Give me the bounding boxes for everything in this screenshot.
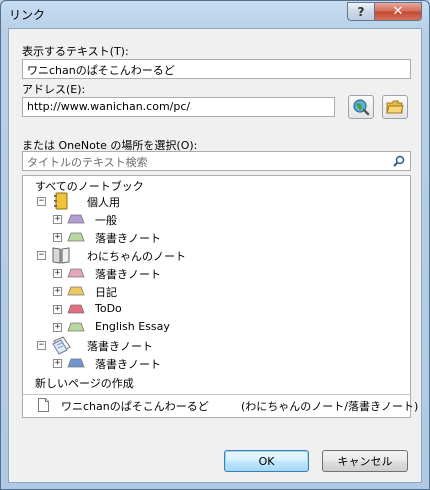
section-label: 一般 (95, 214, 117, 227)
close-icon: ✕ (392, 4, 404, 19)
expand-toggle[interactable]: + (53, 269, 62, 278)
tree-root-label: すべてのノートブック (35, 180, 144, 193)
cancel-button[interactable]: キャンセル (322, 450, 408, 472)
title-search-input[interactable]: タイトルのテキスト検索 (22, 151, 411, 171)
expand-toggle[interactable]: + (53, 359, 62, 368)
section-item-scribble[interactable]: + 落書きノート (23, 229, 412, 246)
search-icon[interactable] (393, 155, 405, 167)
section-tab-shape (67, 214, 85, 224)
section-label: ToDo (95, 302, 122, 315)
notebook-pages-icon (52, 336, 71, 355)
browse-web-button[interactable] (348, 95, 374, 119)
collapse-toggle[interactable]: − (37, 197, 46, 206)
help-icon: ? (357, 4, 365, 19)
section-tab-icon (67, 304, 85, 314)
display-text-label: 表示するテキスト(T): (22, 45, 129, 58)
notebook-label: 落書きノート (87, 340, 153, 353)
section-label: 日記 (95, 286, 117, 299)
result-page-name: ワニchanのぱそこんわーるど (61, 400, 209, 413)
section-tab-shape (67, 286, 85, 296)
expand-toggle[interactable]: + (53, 305, 62, 314)
browse-file-button[interactable] (382, 95, 408, 119)
section-tab-icon (67, 358, 85, 368)
folder-icon (386, 100, 404, 114)
section-tab-icon (67, 232, 85, 242)
section-tab-shape (67, 322, 85, 332)
expand-toggle[interactable]: + (53, 233, 62, 242)
section-item-scribble[interactable]: + 落書きノート (23, 265, 412, 282)
section-label: 落書きノート (95, 358, 161, 371)
notebook-label: わにちゃんのノート (87, 250, 186, 263)
section-item-scribble[interactable]: + 落書きノート (23, 355, 412, 372)
title-search-placeholder: タイトルのテキスト検索 (27, 156, 148, 169)
close-button[interactable]: ✕ (374, 2, 422, 21)
collapse-toggle[interactable]: − (37, 341, 46, 350)
page-icon (38, 398, 49, 412)
dialog-body: 表示するテキスト(T): ワニchanのぱそこんわーるど アドレス(E): ht… (8, 28, 422, 483)
ok-button[interactable]: OK (224, 450, 309, 472)
link-dialog: リンク ? ✕ 表示するテキスト(T): ワニchanのぱそこんわーるど アドレ… (0, 0, 430, 490)
help-button[interactable]: ? (347, 2, 375, 21)
section-tab-icon (67, 322, 85, 332)
section-label: 落書きノート (95, 268, 161, 281)
search-result-item[interactable]: ワニchanのぱそこんわーるど (わにちゃんのノート/落書きノート) (23, 397, 418, 414)
expand-toggle[interactable]: + (53, 323, 62, 332)
section-item-general[interactable]: + 一般 (23, 211, 412, 228)
globe-search-icon (353, 99, 370, 116)
notebook-yellow-icon (54, 192, 68, 210)
section-item-diary[interactable]: + 日記 (23, 283, 412, 300)
address-label: アドレス(E): (22, 83, 86, 96)
expand-toggle[interactable]: + (53, 287, 62, 296)
expand-toggle[interactable]: + (53, 215, 62, 224)
notebook-item-scribble[interactable]: − 落書きノート (23, 336, 412, 355)
notebook-label: 個人用 (87, 196, 120, 209)
title-bar[interactable]: リンク ? ✕ (1, 1, 429, 27)
section-label: 落書きノート (95, 232, 161, 245)
new-page-item[interactable]: 新しいページの作成 (23, 374, 412, 391)
section-tab-shape (67, 232, 85, 242)
section-label: English Essay (95, 320, 170, 333)
notebook-item-personal[interactable]: − 個人用 (23, 192, 412, 210)
dialog-title: リンク (9, 8, 46, 22)
section-tab-shape (67, 304, 85, 314)
section-tab-icon (67, 214, 85, 224)
display-text-input[interactable]: ワニchanのぱそこんわーるど (22, 59, 411, 79)
notebook-tree[interactable]: すべてのノートブック − 個人用 + 一般 + 落書きノート − わにちゃんのノ… (22, 175, 418, 418)
section-tab-icon (67, 268, 85, 278)
section-item-todo[interactable]: + ToDo (23, 301, 412, 318)
section-tab-shape (67, 358, 85, 368)
tree-divider (23, 394, 410, 395)
address-input[interactable]: http://www.wanichan.com/pc/ (22, 97, 335, 117)
new-page-label: 新しいページの作成 (35, 377, 134, 390)
section-tab-shape (67, 268, 85, 278)
section-item-english-essay[interactable]: + English Essay (23, 319, 412, 336)
notebook-open-icon (52, 247, 70, 264)
notebook-item-wanichan[interactable]: − わにちゃんのノート (23, 247, 412, 264)
collapse-toggle[interactable]: − (37, 251, 46, 260)
section-tab-icon (67, 286, 85, 296)
result-page-location: (わにちゃんのノート/落書きノート) (241, 400, 419, 413)
